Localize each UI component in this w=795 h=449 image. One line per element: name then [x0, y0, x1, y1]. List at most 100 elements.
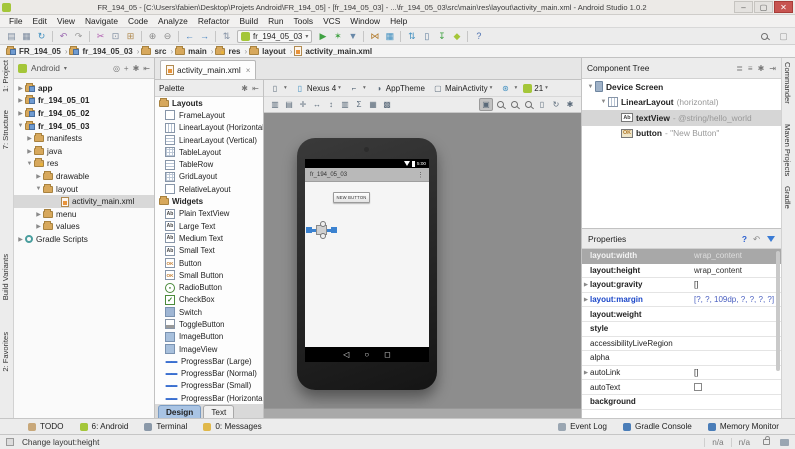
chevron-down-icon[interactable]: ▼	[599, 99, 608, 105]
chevron-right-icon[interactable]: ▶	[25, 135, 34, 142]
toolwindow-todo[interactable]: TODO	[28, 422, 64, 431]
menu-run[interactable]: Run	[263, 16, 288, 26]
crumb-activity_main.xml[interactable]: activity_main.xml	[294, 46, 372, 56]
copy-icon[interactable]: ⊡	[108, 29, 123, 43]
component-button[interactable]: OK button - "New Button"	[582, 126, 781, 142]
install-icon[interactable]: ▼	[345, 29, 360, 43]
menu-refactor[interactable]: Refactor	[193, 16, 235, 26]
crumb-fr_194_05[interactable]: FR_194_05 ›	[6, 45, 67, 56]
property-row-accessibilityliveregion[interactable]: accessibilityLiveRegion	[582, 337, 781, 352]
palette-item-small-button[interactable]: OK Small Button	[155, 269, 263, 281]
sync-gradle-icon[interactable]: ⇅	[404, 29, 419, 43]
palette-item-large-text[interactable]: Ab Large Text	[155, 220, 263, 232]
palette-item-linearlayout-vertical-[interactable]: LinearLayout (Vertical)	[155, 134, 263, 146]
chevron-right-icon[interactable]: ▶	[34, 223, 43, 230]
menu-file[interactable]: File	[4, 16, 28, 26]
sync-icon[interactable]: ↻	[34, 29, 49, 43]
android-icon[interactable]: ◆	[449, 29, 464, 43]
maximize-button[interactable]: ▢	[754, 1, 773, 13]
api-level-dropdown[interactable]: 21 ▾	[523, 83, 548, 93]
gear-icon[interactable]: ✱	[241, 83, 248, 93]
cut-icon[interactable]: ✂	[93, 29, 108, 43]
user-panel-icon[interactable]: ▢	[776, 29, 791, 43]
crumb-res[interactable]: res ›	[215, 45, 247, 56]
property-value[interactable]: []	[694, 368, 781, 377]
center-horizontal-icon[interactable]: ↔	[310, 98, 324, 111]
reset-icon[interactable]: ↶	[753, 234, 760, 244]
device-dropdown[interactable]: ▯ Nexus 4 ▾	[293, 82, 341, 95]
crumb-main[interactable]: main ›	[175, 45, 213, 56]
component-linearlayout[interactable]: ▼ LinearLayout (horizontal)	[582, 95, 781, 111]
chevron-right-icon[interactable]: ▶	[25, 148, 34, 155]
help-icon[interactable]: ?	[742, 234, 747, 244]
palette-item-small-text[interactable]: Ab Small Text	[155, 245, 263, 257]
palette-item-imageview[interactable]: ImageView	[155, 343, 263, 355]
palette-item-switch[interactable]: Switch	[155, 306, 263, 318]
undo-icon[interactable]: ↶	[56, 29, 71, 43]
toolwindow-anchor-icon[interactable]	[6, 438, 14, 446]
tree-item-manifests[interactable]: ▶ manifests	[14, 132, 154, 145]
tab-text[interactable]: Text	[203, 405, 235, 418]
save-icon[interactable]: ▦	[19, 29, 34, 43]
tree-item-fr_194_05_01[interactable]: ▶ fr_194_05_01	[14, 95, 154, 108]
chevron-right-icon[interactable]: ▶	[582, 282, 590, 288]
toolwindow-gradle-console[interactable]: Gradle Console	[622, 422, 692, 431]
stripe-gradle[interactable]: Gradle	[783, 186, 792, 209]
palette-item-checkbox[interactable]: ✓ CheckBox	[155, 294, 263, 306]
toolwindow-event-log[interactable]: Event Log	[558, 422, 607, 431]
close-button[interactable]: ✕	[774, 1, 793, 13]
crumb-layout[interactable]: layout ›	[249, 45, 292, 56]
refresh-icon[interactable]: ↻	[549, 98, 563, 111]
property-row-layout-margin[interactable]: ▶ layout:margin [?, ?, 109dp, ?, ?, ?, ?]	[582, 293, 781, 308]
palette-item-medium-text[interactable]: Ab Medium Text	[155, 232, 263, 244]
palette-item-imagebutton[interactable]: ImageButton	[155, 331, 263, 343]
linear-vertical-icon[interactable]: ▥	[268, 98, 282, 111]
menu-view[interactable]: View	[52, 16, 80, 26]
center-vertical-icon[interactable]: ↕	[324, 98, 338, 111]
chevron-down-icon[interactable]: ▼	[16, 123, 25, 129]
tree-item-fr_194_05_03[interactable]: ▼ fr_194_05_03	[14, 120, 154, 133]
locale-dropdown[interactable]: ⊛ ▾	[498, 82, 517, 95]
orientation-dropdown[interactable]: ⌐ ▾	[347, 82, 366, 95]
component-textview[interactable]: Ab textView - @string/hello_world	[582, 110, 781, 126]
activity-dropdown[interactable]: ▢ MainActivity ▾	[431, 82, 492, 95]
table-icon[interactable]: ▤	[282, 98, 296, 111]
gear-icon[interactable]: ✱	[758, 64, 765, 73]
hide-panel-icon[interactable]: ⇤	[143, 64, 150, 73]
tree-item-res[interactable]: ▼ res	[14, 158, 154, 171]
search-icon[interactable]	[761, 32, 768, 40]
chevron-down-icon[interactable]: ▼	[34, 186, 43, 192]
run-icon[interactable]: ▶	[315, 29, 330, 43]
avd-manager-icon[interactable]: ▦	[382, 29, 397, 43]
property-row-style[interactable]: style	[582, 322, 781, 337]
close-tab-icon[interactable]: ×	[246, 66, 251, 75]
stripe-structure[interactable]: 7: Structure	[1, 110, 10, 149]
attach-debugger-icon[interactable]: ⋈	[367, 29, 382, 43]
zoom-actual-icon[interactable]	[493, 98, 507, 111]
redo-icon[interactable]: ↷	[71, 29, 86, 43]
collapse-all-icon[interactable]: ≡	[748, 64, 753, 73]
toolwindow-terminal[interactable]: Terminal	[144, 422, 187, 431]
debug-icon[interactable]: ✶	[330, 29, 345, 43]
palette-item-progressbar-small-[interactable]: ▬▬ ProgressBar (Small)	[155, 380, 263, 392]
hide-panel-icon[interactable]: ⇤	[252, 83, 259, 93]
theme-selector[interactable]: ◑ AppTheme	[372, 82, 425, 95]
chevron-down-icon[interactable]: ▼	[586, 84, 595, 90]
chevron-right-icon[interactable]: ▶	[582, 370, 590, 376]
property-value[interactable]: wrap_content	[694, 251, 781, 260]
crumb-src[interactable]: src ›	[141, 45, 173, 56]
tree-item-fr_194_05_02[interactable]: ▶ fr_194_05_02	[14, 107, 154, 120]
property-row-alpha[interactable]: alpha	[582, 351, 781, 366]
selection-handle-right[interactable]	[331, 227, 337, 233]
replace-icon[interactable]: ⊖	[160, 29, 175, 43]
property-row-layout-height[interactable]: layout:height wrap_content	[582, 264, 781, 279]
paste-icon[interactable]: ⊞	[123, 29, 138, 43]
gear-icon[interactable]: ✱	[133, 64, 140, 73]
sdk-manager-icon[interactable]: ↧	[434, 29, 449, 43]
palette-item-progressbar-large-[interactable]: ▬▬ ProgressBar (Large)	[155, 355, 263, 367]
chevron-down-icon[interactable]: ▼	[25, 161, 34, 167]
palette-item-progressbar-normal-[interactable]: ▬▬ ProgressBar (Normal)	[155, 368, 263, 380]
tree-item-app[interactable]: ▶ app	[14, 82, 154, 95]
menu-edit[interactable]: Edit	[28, 16, 52, 26]
tree-item-menu[interactable]: ▶ menu	[14, 208, 154, 221]
